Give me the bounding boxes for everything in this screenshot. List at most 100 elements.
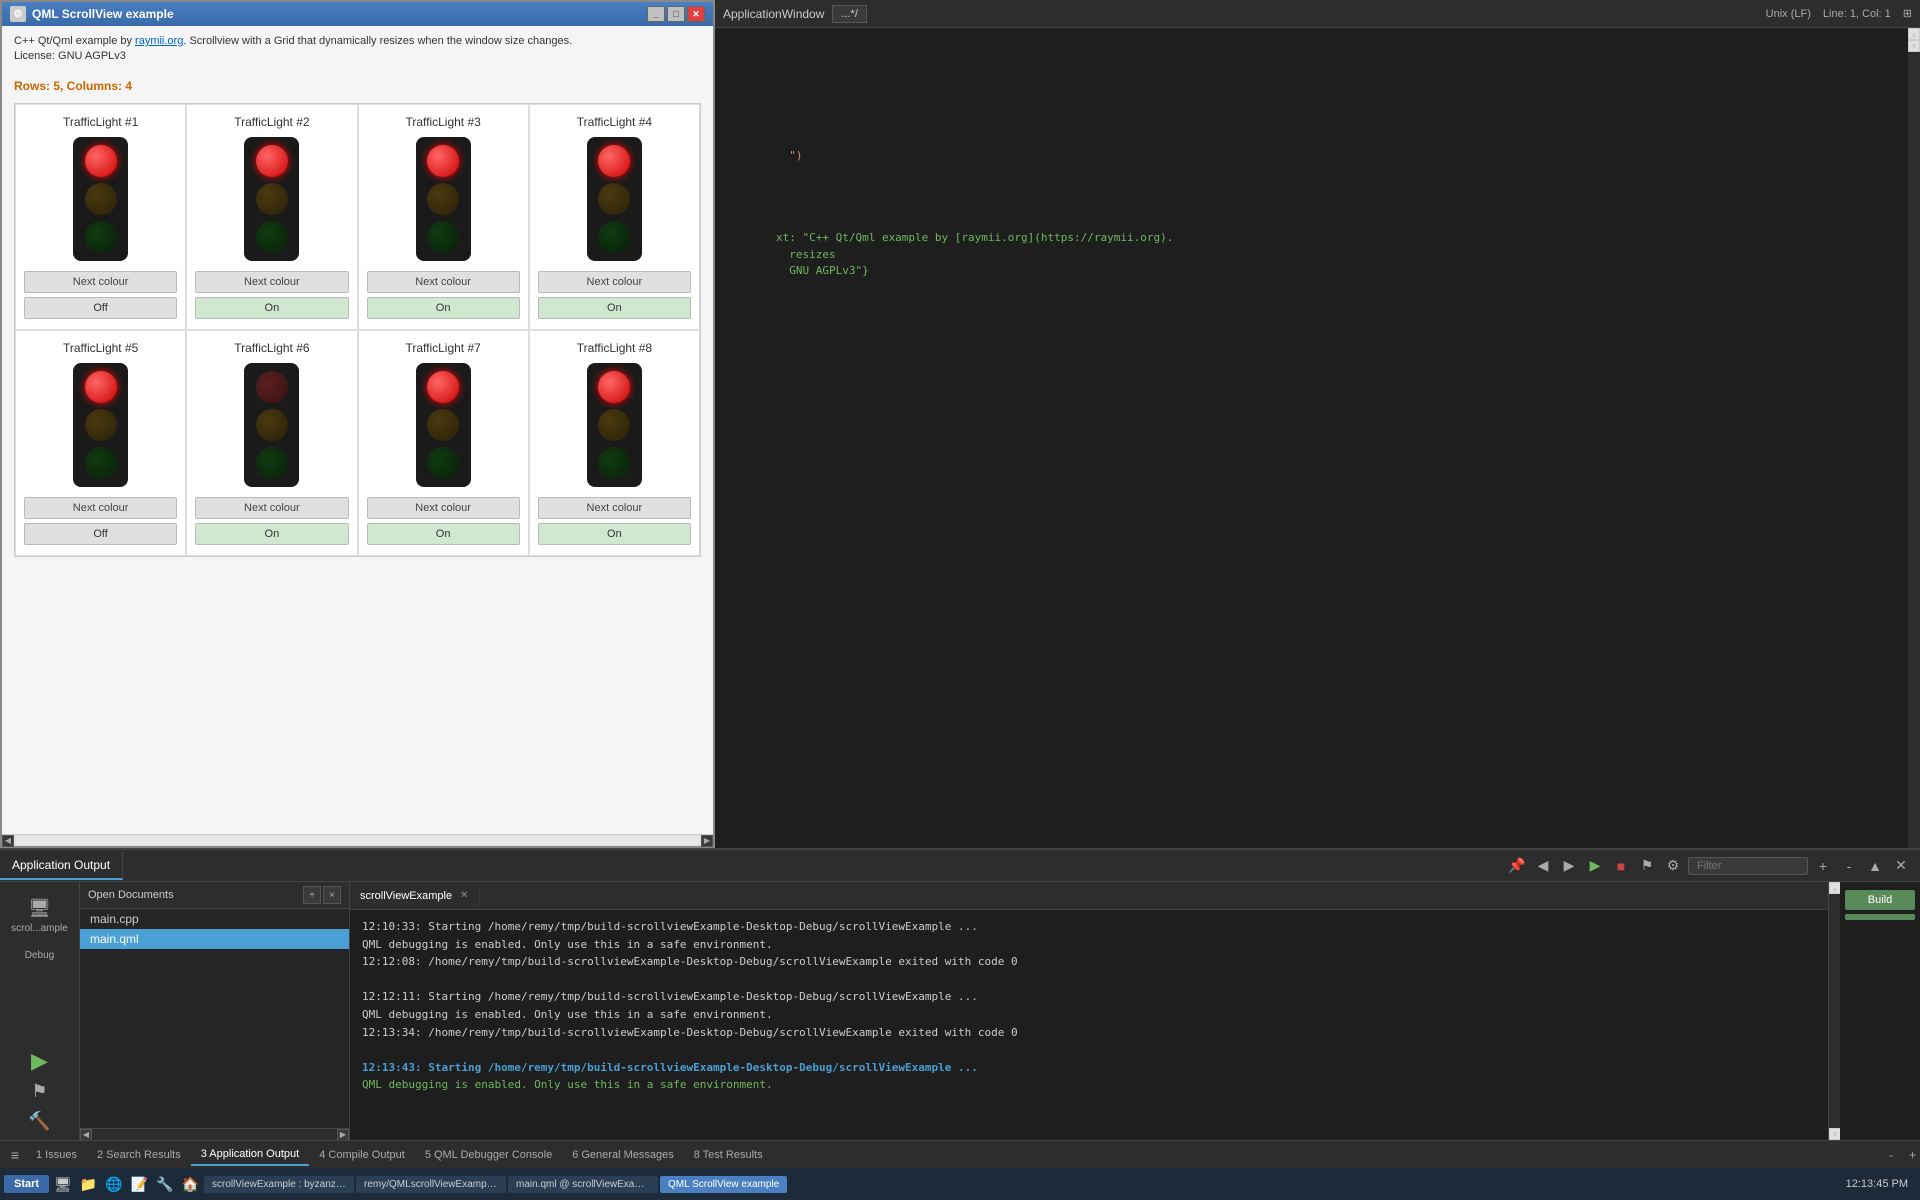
traffic-title-2: TrafficLight #2 (234, 115, 309, 129)
yellow-bulb-6 (256, 409, 288, 441)
close-tab-btn[interactable]: ✕ (460, 890, 468, 901)
next-colour-btn-7[interactable]: Next colour (367, 497, 520, 519)
desc-link[interactable]: raymii.org (135, 35, 183, 47)
scroll-up-btn[interactable]: ▲ (1908, 28, 1920, 40)
toggle-btn-1[interactable]: Off (24, 297, 177, 319)
titlebar-controls: _ □ ✕ (647, 6, 705, 22)
yellow-bulb-3 (427, 183, 459, 215)
rows-value: 4 (125, 79, 132, 93)
taskbar-icon[interactable]: 🏠 (179, 1176, 202, 1193)
search-bar[interactable]: ...*/ (832, 5, 867, 23)
next-colour-btn-3[interactable]: Next colour (367, 271, 520, 293)
taskbar-icon[interactable]: 🌐 (102, 1176, 125, 1193)
app-content: C++ Qt/Qml example by raymii.org. Scroll… (2, 26, 713, 834)
toggle-btn-2[interactable]: On (195, 297, 348, 319)
run-btn[interactable]: ▶ (1584, 855, 1606, 877)
debug-label: Debug (25, 950, 54, 961)
editor-code[interactable]: ") xt: "C++ Qt/Qml example by [raymii.or… (715, 28, 1908, 848)
footer-tab-1--Issues[interactable]: 1 Issues (26, 1145, 87, 1165)
app-output-label: Application Output (12, 858, 110, 872)
remove-doc-btn[interactable]: × (323, 886, 341, 904)
taskbar-icon[interactable]: 🖥 (51, 1176, 75, 1193)
next-btn[interactable]: ▶ (1558, 855, 1580, 877)
minus-btn[interactable]: - (1838, 855, 1860, 877)
doc-item-main-cpp[interactable]: main.cpp (80, 909, 349, 929)
taskbar-item-3[interactable]: QML ScrollView example (660, 1176, 787, 1193)
scroll-down-btn[interactable]: ▼ (1908, 40, 1920, 52)
doc-item-main-qml[interactable]: main.qml (80, 929, 349, 949)
code-line-11 (723, 197, 1900, 214)
taskbar-icon[interactable]: 🔧 (153, 1176, 176, 1193)
taskbar-item-1[interactable]: remy/QMLscrollViewExample - QM... (356, 1176, 506, 1193)
taskbar-icon[interactable]: 📁 (77, 1176, 100, 1193)
sidebar-app-item[interactable]: 🖥 scrol...ample (0, 890, 79, 942)
output-vscroll[interactable]: ▲ ▼ (1828, 882, 1840, 1140)
traffic-cell-3: TrafficLight #3Next colourOn (358, 104, 529, 330)
build-button[interactable]: Build (1845, 890, 1915, 910)
footer-plus-btn[interactable]: + (1909, 1148, 1916, 1162)
debug-btn[interactable]: ⚑ (1636, 855, 1658, 877)
next-colour-btn-8[interactable]: Next colour (538, 497, 691, 519)
collapse-btn[interactable]: ▲ (1864, 855, 1886, 877)
footer-tab-3--Application-Output[interactable]: 3 Application Output (191, 1144, 309, 1166)
output-tab-scrollViewExample[interactable]: scrollViewExample ✕ (350, 886, 480, 906)
footer-tab-6--General-Messages[interactable]: 6 General Messages (562, 1145, 684, 1165)
prev-btn[interactable]: ◀ (1532, 855, 1554, 877)
footer-tab-4--Compile-Output[interactable]: 4 Compile Output (309, 1145, 415, 1165)
scroll-right-btn[interactable]: ▶ (701, 835, 713, 847)
docs-scroll-left[interactable]: ◀ (80, 1129, 92, 1141)
yellow-bulb-5 (85, 409, 117, 441)
next-colour-btn-2[interactable]: Next colour (195, 271, 348, 293)
traffic-light-1 (73, 137, 128, 261)
app-icon: ⚙ (10, 6, 26, 22)
toggle-btn-4[interactable]: On (538, 297, 691, 319)
maximize-button[interactable]: □ (667, 6, 685, 22)
code-line-9 (723, 164, 1900, 181)
footer-tab-8--Test-Results[interactable]: 8 Test Results (684, 1145, 773, 1165)
toggle-btn-3[interactable]: On (367, 297, 520, 319)
expand-icon[interactable]: ⊞ (1903, 7, 1912, 20)
plus-btn[interactable]: + (1812, 855, 1834, 877)
build-tool-btn[interactable]: 🔨 (29, 1110, 51, 1132)
close-button[interactable]: ✕ (687, 6, 705, 22)
settings-btn[interactable]: ⚙ (1662, 855, 1684, 877)
add-doc-btn[interactable]: + (303, 886, 321, 904)
debug-main-btn[interactable]: ⚑ (29, 1080, 51, 1102)
taskbar-item-2[interactable]: main.qml @ scrollViewExample [m... (508, 1176, 658, 1193)
log-line: 12:12:11: Starting /home/remy/tmp/build-… (362, 988, 1816, 1006)
code-line-13: xt: "C++ Qt/Qml example by [raymii.org](… (723, 230, 1900, 247)
toggle-btn-8[interactable]: On (538, 523, 691, 545)
taskbar-icon[interactable]: 📝 (128, 1176, 151, 1193)
green-bulb-3 (427, 221, 459, 253)
next-colour-btn-5[interactable]: Next colour (24, 497, 177, 519)
docs-hscroll[interactable]: ◀ ▶ (80, 1128, 349, 1140)
next-colour-btn-1[interactable]: Next colour (24, 271, 177, 293)
sidebar-debug-item[interactable]: Debug (0, 942, 79, 969)
stop-btn[interactable]: ■ (1610, 855, 1632, 877)
taskbar-item-0[interactable]: scrollViewExample : byzanz-record... (204, 1176, 354, 1193)
toggle-btn-6[interactable]: On (195, 523, 348, 545)
pin-tool-btn[interactable]: 📌 (1506, 855, 1528, 877)
run-main-btn[interactable]: ▶ (29, 1050, 51, 1072)
footer-minus-btn[interactable]: - (1889, 1148, 1893, 1162)
scroll-left-btn[interactable]: ◀ (2, 835, 14, 847)
footer-collapse-btn[interactable]: ≡ (4, 1144, 26, 1166)
traffic-light-6 (244, 363, 299, 487)
minimize-button[interactable]: _ (647, 6, 665, 22)
next-colour-btn-4[interactable]: Next colour (538, 271, 691, 293)
toggle-btn-5[interactable]: Off (24, 523, 177, 545)
app-title: QML ScrollView example (32, 7, 174, 21)
docs-scroll-right[interactable]: ▶ (337, 1129, 349, 1141)
app-scrollbar-horizontal[interactable]: ◀ ▶ (2, 834, 713, 846)
next-colour-btn-6[interactable]: Next colour (195, 497, 348, 519)
close-panel-btn[interactable]: ✕ (1890, 855, 1912, 877)
footer-tab-2--Search-Results[interactable]: 2 Search Results (87, 1145, 191, 1165)
filter-input[interactable] (1688, 857, 1808, 875)
editor-scrollbar[interactable]: ▲ ▼ (1908, 28, 1920, 848)
application-output-tab[interactable]: Application Output (0, 852, 123, 880)
red-bulb-8 (598, 371, 630, 403)
code-line-12 (723, 214, 1900, 231)
taskbar-start-button[interactable]: Start (4, 1175, 49, 1193)
toggle-btn-7[interactable]: On (367, 523, 520, 545)
footer-tab-5--QML-Debugger-Console[interactable]: 5 QML Debugger Console (415, 1145, 562, 1165)
